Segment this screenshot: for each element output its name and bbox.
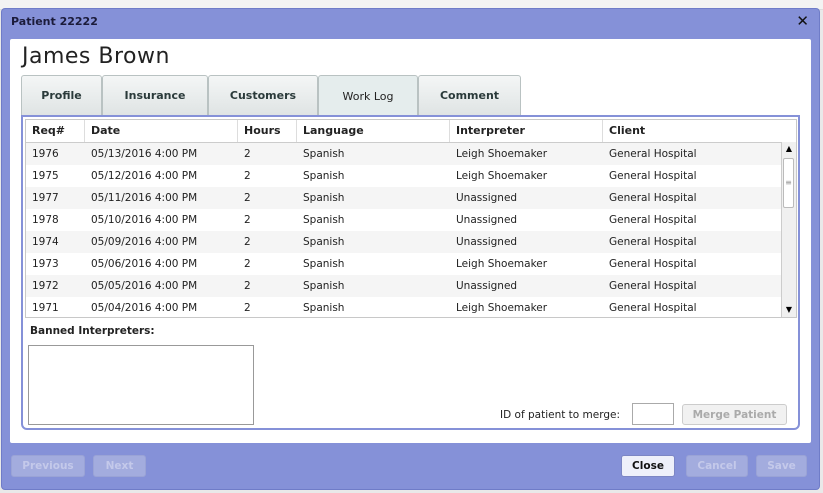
table-scrollbar[interactable]: ▲ ≡ ▼ <box>781 142 796 317</box>
cell-hours: 2 <box>244 148 251 160</box>
table-row[interactable]: 1971 05/04/2016 4:00 PM 2 Spanish Leigh Sho… <box>26 297 782 317</box>
scrollbar-thumb[interactable]: ≡ <box>783 158 794 208</box>
cell-req: 1976 <box>32 148 59 160</box>
merge-patient-id-input[interactable] <box>632 403 674 425</box>
scroll-up-arrow-icon[interactable]: ▲ <box>782 142 796 156</box>
cell-hours: 2 <box>244 214 251 226</box>
cell-req: 1973 <box>32 258 59 270</box>
cell-interpreter: Leigh Shoemaker <box>456 170 548 182</box>
cell-interpreter: Unassigned <box>456 192 518 204</box>
cell-interpreter: Unassigned <box>456 214 518 226</box>
cell-interpreter: Unassigned <box>456 236 518 248</box>
cell-date: 05/13/2016 4:00 PM <box>91 148 198 160</box>
cell-language: Spanish <box>303 214 345 226</box>
cell-client: General Hospital <box>609 236 697 248</box>
cell-req: 1974 <box>32 236 59 248</box>
cell-req: 1972 <box>32 280 59 292</box>
close-button[interactable]: Close <box>621 455 675 477</box>
cell-date: 05/12/2016 4:00 PM <box>91 170 198 182</box>
tab-insurance[interactable]: Insurance <box>102 75 208 115</box>
cell-hours: 2 <box>244 280 251 292</box>
save-button[interactable]: Save <box>756 455 807 477</box>
cell-req: 1977 <box>32 192 59 204</box>
table-row[interactable]: 1978 05/10/2016 4:00 PM 2 Spanish Unassigned… <box>26 209 782 231</box>
scroll-down-arrow-icon[interactable]: ▼ <box>782 303 796 317</box>
dialog-content: James Brown Profile Insurance Customers … <box>10 39 811 443</box>
work-log-table: Req# Date Hours Language Interpreter Cli… <box>25 119 797 318</box>
cell-hours: 2 <box>244 170 251 182</box>
cell-language: Spanish <box>303 302 345 314</box>
cell-client: General Hospital <box>609 192 697 204</box>
table-row[interactable]: 1975 05/12/2016 4:00 PM 2 Spanish Leigh Sho… <box>26 165 782 187</box>
cell-language: Spanish <box>303 236 345 248</box>
cell-interpreter: Leigh Shoemaker <box>456 258 548 270</box>
close-icon[interactable]: ✕ <box>796 12 809 30</box>
column-header-req[interactable]: Req# <box>26 120 85 142</box>
previous-button[interactable]: Previous <box>11 455 85 477</box>
table-row[interactable]: 1976 05/13/2016 4:00 PM 2 Spanish Leigh Sho… <box>26 143 782 165</box>
cell-language: Spanish <box>303 148 345 160</box>
cancel-button[interactable]: Cancel <box>686 455 748 477</box>
merge-patient-id-label: ID of patient to merge: <box>500 409 621 421</box>
cell-req: 1978 <box>32 214 59 226</box>
column-header-language[interactable]: Language <box>297 120 450 142</box>
table-row[interactable]: 1973 05/06/2016 4:00 PM 2 Spanish Leigh Sho… <box>26 253 782 275</box>
banned-interpreters-label: Banned Interpreters: <box>30 325 155 337</box>
cell-interpreter: Unassigned <box>456 280 518 292</box>
cell-client: General Hospital <box>609 302 697 314</box>
tab-work-log[interactable]: Work Log <box>318 75 418 117</box>
cell-req: 1975 <box>32 170 59 182</box>
cell-interpreter: Leigh Shoemaker <box>456 302 548 314</box>
cell-hours: 2 <box>244 258 251 270</box>
table-header: Req# Date Hours Language Interpreter Cli… <box>26 120 782 143</box>
cell-hours: 2 <box>244 192 251 204</box>
cell-req: 1971 <box>32 302 59 314</box>
tab-comment[interactable]: Comment <box>418 75 521 115</box>
cell-date: 05/06/2016 4:00 PM <box>91 258 198 270</box>
cell-language: Spanish <box>303 170 345 182</box>
cell-language: Spanish <box>303 258 345 270</box>
merge-patient-button[interactable]: Merge Patient <box>682 404 787 425</box>
tab-profile[interactable]: Profile <box>21 75 102 115</box>
cell-client: General Hospital <box>609 148 697 160</box>
patient-name: James Brown <box>22 44 170 69</box>
cell-client: General Hospital <box>609 258 697 270</box>
cell-date: 05/05/2016 4:00 PM <box>91 280 198 292</box>
next-button[interactable]: Next <box>93 455 146 477</box>
cell-date: 05/10/2016 4:00 PM <box>91 214 198 226</box>
column-header-date[interactable]: Date <box>85 120 238 142</box>
column-header-client[interactable]: Client <box>603 120 782 142</box>
dialog-title: Patient 22222 <box>11 15 98 28</box>
column-header-hours[interactable]: Hours <box>238 120 297 142</box>
table-row[interactable]: 1972 05/05/2016 4:00 PM 2 Spanish Unassigned… <box>26 275 782 297</box>
cell-client: General Hospital <box>609 214 697 226</box>
dialog-titlebar[interactable]: Patient 22222 ✕ <box>2 9 819 36</box>
cell-language: Spanish <box>303 192 345 204</box>
cell-date: 05/11/2016 4:00 PM <box>91 192 198 204</box>
cell-hours: 2 <box>244 302 251 314</box>
column-header-interpreter[interactable]: Interpreter <box>450 120 603 142</box>
cell-date: 05/04/2016 4:00 PM <box>91 302 198 314</box>
patient-dialog: Patient 22222 ✕ James Brown Profile Insu… <box>1 8 820 490</box>
cell-date: 05/09/2016 4:00 PM <box>91 236 198 248</box>
cell-interpreter: Leigh Shoemaker <box>456 148 548 160</box>
table-row[interactable]: 1977 05/11/2016 4:00 PM 2 Spanish Unassigned… <box>26 187 782 209</box>
cell-hours: 2 <box>244 236 251 248</box>
cell-language: Spanish <box>303 280 345 292</box>
cell-client: General Hospital <box>609 280 697 292</box>
work-log-panel: Req# Date Hours Language Interpreter Cli… <box>21 115 800 430</box>
cell-client: General Hospital <box>609 170 697 182</box>
tab-customers[interactable]: Customers <box>208 75 318 115</box>
banned-interpreters-list[interactable] <box>28 345 254 425</box>
table-row[interactable]: 1974 05/09/2016 4:00 PM 2 Spanish Unassigned… <box>26 231 782 253</box>
